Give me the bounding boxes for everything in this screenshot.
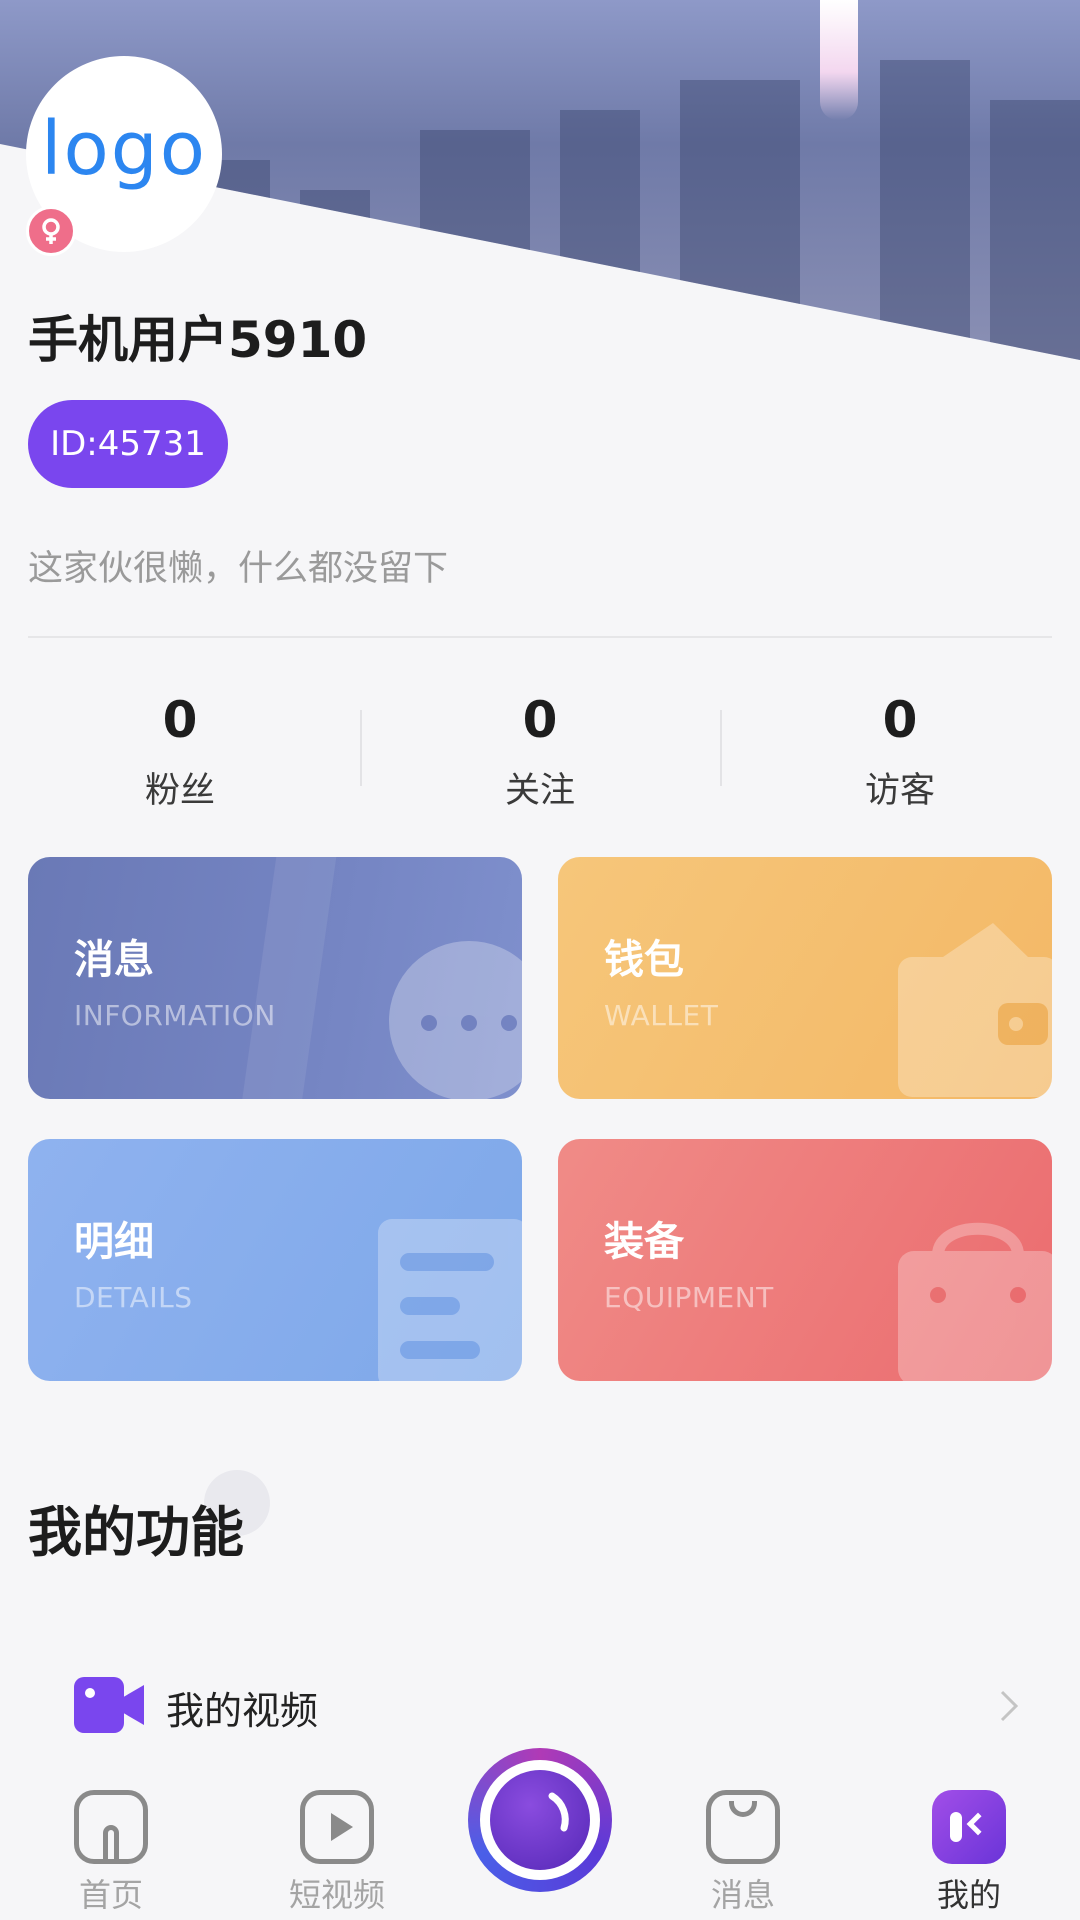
list-item-label: 我的视频 [166,1689,319,1733]
video-camera-icon [74,1677,144,1733]
card-details[interactable]: 明细 DETAILS [28,1139,522,1381]
chat-bubble-icon [389,941,522,1099]
list-document-icon [378,1219,522,1381]
wallet-icon [898,923,1052,1097]
stat-following[interactable]: 0 关注 [360,690,720,820]
card-subtitle: WALLET [604,999,719,1032]
card-title: 明细 [74,1219,154,1265]
tab-home[interactable]: 首页 [36,1790,186,1916]
stat-label: 关注 [504,771,575,811]
chevron-right-icon [1000,1690,1019,1722]
bag-icon [898,1222,1052,1381]
tab-label: 首页 [78,1876,143,1914]
camera-lens-icon[interactable] [468,1748,612,1892]
tab-label: 短视频 [288,1876,385,1914]
card-title: 消息 [74,937,154,983]
shopping-bag-icon [706,1790,780,1864]
username: 手机用户5910 [28,311,368,369]
stat-fans[interactable]: 0 粉丝 [0,690,360,820]
tab-label: 我的 [936,1876,1001,1914]
tab-label: 消息 [710,1876,775,1914]
stats-row: 0 粉丝 0 关注 0 访客 [0,690,1080,820]
tab-short-video[interactable]: 短视频 [262,1790,412,1916]
tab-messages[interactable]: 消息 [668,1790,818,1916]
home-icon [74,1790,148,1864]
user-id-badge: ID:45731 [28,400,228,488]
play-icon [300,1790,374,1864]
stat-label: 粉丝 [144,771,215,811]
profile-icon [932,1790,1006,1864]
stat-value: 0 [522,691,558,749]
female-gender-icon [26,206,76,256]
card-equipment[interactable]: 装备 EQUIPMENT [558,1139,1052,1381]
card-subtitle: EQUIPMENT [604,1281,774,1314]
divider [28,636,1052,638]
card-subtitle: INFORMATION [74,999,276,1032]
tab-mine[interactable]: 我的 [894,1790,1044,1916]
stat-value: 0 [882,691,918,749]
card-information[interactable]: 消息 INFORMATION [28,857,522,1099]
avatar-logo-text: logo [40,106,208,192]
user-bio: 这家伙很懒，什么都没留下 [28,549,449,589]
card-title: 钱包 [604,937,684,983]
stat-visitors[interactable]: 0 访客 [720,690,1080,820]
stat-value: 0 [162,691,198,749]
section-title: 我的功能 [28,1501,244,1564]
card-wallet[interactable]: 钱包 WALLET [558,857,1052,1099]
list-item-my-videos[interactable]: 我的视频 [0,1650,1080,1760]
stat-label: 访客 [864,771,935,811]
card-title: 装备 [604,1219,684,1265]
card-subtitle: DETAILS [74,1281,193,1314]
